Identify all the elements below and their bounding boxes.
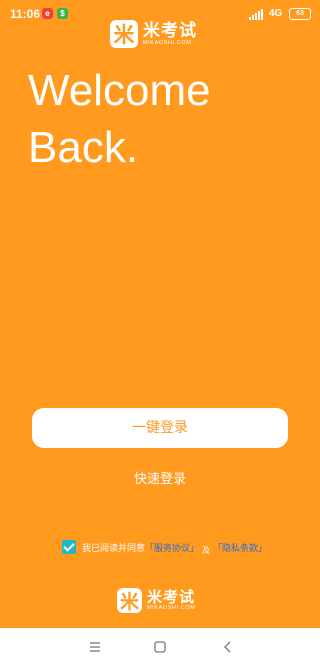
app-logo: 米 米考试 MIKAOSHI.COM: [110, 20, 197, 48]
one-click-login-button[interactable]: 一键登录: [32, 408, 288, 448]
login-screen: 11:06 e $ 4G 63 米 米考试 MIKAOSHI.COM Welco…: [0, 0, 320, 666]
privacy-policy-link[interactable]: 「隐私条款」: [213, 541, 267, 554]
agreement-row: 我已阅读并同意 「服务协议」 及 「隐私条款」: [62, 540, 267, 555]
service-agreement-link[interactable]: 「服务协议」: [145, 541, 199, 554]
home-icon[interactable]: [150, 638, 170, 656]
agreement-connector: 及: [202, 545, 211, 555]
status-time: 11:06: [10, 7, 41, 21]
network-type: 4G: [269, 8, 283, 19]
quick-login-link[interactable]: 快速登录: [0, 468, 320, 487]
logo-name: 米考试: [143, 20, 197, 41]
green-app-icon: $: [57, 8, 68, 19]
system-nav-bar: [0, 628, 320, 666]
welcome-heading: Welcome Back.: [28, 66, 211, 172]
signal-icon: [249, 9, 263, 20]
back-icon[interactable]: [218, 638, 238, 656]
logo-mark-icon: 米: [110, 20, 138, 48]
menu-icon[interactable]: [85, 638, 105, 656]
footer-logo-domain: MIKAOSHI.COM: [147, 605, 196, 611]
agreement-checkbox[interactable]: [62, 540, 76, 554]
red-app-icon: e: [42, 8, 53, 19]
footer-logo-mark-icon: 米: [117, 588, 142, 613]
footer-logo: 米 米考试 MIKAOSHI.COM: [117, 588, 195, 613]
battery-icon: 63: [289, 8, 311, 20]
footer-logo-name: 米考试: [147, 588, 196, 606]
agreement-text: 我已阅读并同意: [82, 543, 146, 554]
logo-domain: MIKAOSHI.COM: [143, 39, 192, 46]
